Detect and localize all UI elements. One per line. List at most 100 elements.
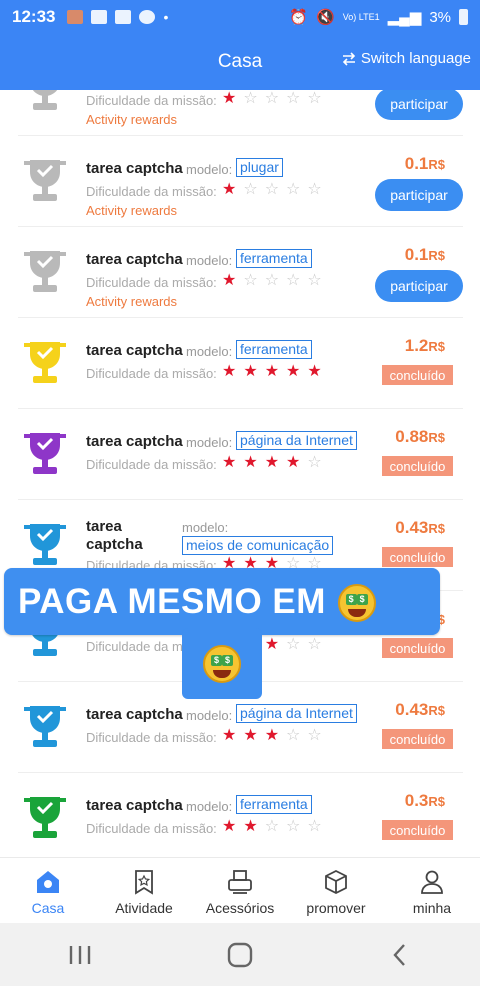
price-value: 0.3 xyxy=(404,791,429,810)
difficulty-stars: ★ ★ ★ ★ ★ xyxy=(222,363,322,381)
modelo-label: modelo: xyxy=(186,253,233,268)
difficulty-stars: ★ ★ ☆ ☆ ☆ xyxy=(222,818,322,836)
star-filled-icon: ★ xyxy=(222,181,237,198)
star-empty-icon: ☆ xyxy=(264,818,280,835)
difficulty-label: Dificuldade da missão: xyxy=(86,457,217,472)
star-filled-icon: ★ xyxy=(243,363,258,380)
participate-button[interactable]: participar xyxy=(375,90,463,120)
completed-badge: concluído xyxy=(382,638,453,658)
switch-language-button[interactable]: Switch language xyxy=(341,50,471,67)
trophy-icon xyxy=(24,160,66,201)
task-name: tarea captcha xyxy=(86,433,183,450)
task-price: 0.1R$ xyxy=(405,245,445,265)
cube-icon xyxy=(325,869,347,895)
star-empty-icon: ☆ xyxy=(307,454,322,471)
task-price: 0.43R$ xyxy=(395,700,445,720)
participate-button[interactable]: participar xyxy=(375,270,463,302)
mute-icon: 🔇 xyxy=(316,9,335,26)
list-item[interactable]: tarea captcha modelo: ferramenta Dificuldad… xyxy=(18,227,463,318)
price-currency: R$ xyxy=(428,430,445,445)
star-empty-icon: ☆ xyxy=(286,636,301,653)
tab-label: Casa xyxy=(31,900,65,916)
task-price: 0.88R$ xyxy=(395,427,445,447)
participate-button[interactable]: participar xyxy=(375,179,463,211)
signal-icon: ▂▄▆ xyxy=(387,9,422,26)
dot-icon: • xyxy=(163,9,169,25)
star-empty-icon: ☆ xyxy=(307,90,322,107)
recent-apps-button[interactable] xyxy=(50,935,110,975)
status-right: ⏰ 🔇 Vo) LTE1 ▂▄▆ 3% xyxy=(289,8,468,26)
price-currency: R$ xyxy=(428,248,445,263)
difficulty-label: Dificuldade da missão: xyxy=(86,275,217,290)
price-currency: R$ xyxy=(428,339,445,354)
promo-banner-text: PAGA MESMO EM xyxy=(18,581,326,621)
tab-acessorios[interactable]: Acessórios xyxy=(192,858,288,923)
list-item[interactable]: tarea captcha modelo: ferramenta Dificuldad… xyxy=(18,773,463,857)
price-value: 0.43 xyxy=(395,700,429,719)
home-nav-icon xyxy=(227,942,253,967)
price-value: 0.1 xyxy=(404,154,429,173)
tab-casa[interactable]: Casa xyxy=(0,858,96,923)
price-currency: R$ xyxy=(428,794,445,809)
star-empty-icon: ☆ xyxy=(243,272,258,289)
difficulty-label: Dificuldade da missão: xyxy=(86,730,217,745)
star-filled-icon: ★ xyxy=(286,363,301,380)
task-price: 0.3R$ xyxy=(405,791,445,811)
back-icon xyxy=(393,943,405,966)
trophy-icon xyxy=(24,706,66,747)
battery-icon xyxy=(459,9,468,25)
task-list-area[interactable]: Dificuldade da missão: ★ ☆ ☆ ☆ ☆ Activity rewa… xyxy=(0,90,480,857)
recent-apps-icon xyxy=(69,945,91,964)
app-notification-icon xyxy=(67,10,84,24)
star-empty-icon: ☆ xyxy=(286,272,301,289)
star-empty-icon: ☆ xyxy=(264,90,280,107)
difficulty-stars: ★ ★ ★ ☆ ☆ xyxy=(222,727,322,745)
price-currency: R$ xyxy=(428,703,445,718)
modelo-label: modelo: xyxy=(182,520,229,535)
activity-rewards-label: Activity rewards xyxy=(86,112,178,127)
list-item[interactable]: tarea captcha modelo: plugar Dificuldade da… xyxy=(18,136,463,227)
star-filled-icon: ★ xyxy=(307,363,322,380)
network-label: Vo) LTE1 xyxy=(342,11,380,22)
task-name: tarea captcha xyxy=(86,797,183,814)
modelo-label: modelo: xyxy=(186,344,233,359)
page-title: Casa xyxy=(217,51,263,72)
category-tag: meios de comunicação xyxy=(182,536,334,555)
activity-rewards-label: Activity rewards xyxy=(86,203,178,218)
star-filled-icon: ★ xyxy=(243,727,258,744)
task-price: 0.43R$ xyxy=(395,518,445,538)
tab-atividade[interactable]: Atividade xyxy=(96,858,192,923)
home-nav-button[interactable] xyxy=(210,935,270,975)
modelo-label: modelo: xyxy=(186,162,233,177)
star-filled-icon: ★ xyxy=(264,636,280,653)
task-name: tarea captcha xyxy=(86,518,143,553)
star-filled-icon: ★ xyxy=(264,363,280,380)
star-filled-icon: ★ xyxy=(222,454,237,471)
category-tag: página da Internet xyxy=(236,431,357,450)
app-notification-icon-2 xyxy=(115,10,132,24)
difficulty-label: Dificuldade da missão: xyxy=(86,821,217,836)
tab-minha[interactable]: minha xyxy=(384,858,480,923)
category-tag: ferramenta xyxy=(236,340,312,359)
money-mouth-face-emoji: $ $ xyxy=(337,581,376,622)
category-tag: plugar xyxy=(236,158,283,177)
list-item[interactable]: tarea captcha modelo: ferramenta Dificuldad… xyxy=(18,318,463,409)
swap-icon xyxy=(342,51,356,66)
star-empty-icon: ☆ xyxy=(307,818,322,835)
back-button[interactable] xyxy=(370,935,430,975)
star-empty-icon: ☆ xyxy=(243,90,258,107)
list-item[interactable]: Dificuldade da missão: ★ ☆ ☆ ☆ ☆ Activity rewa… xyxy=(18,90,463,136)
price-value: 0.43 xyxy=(395,518,429,537)
tab-promover[interactable]: promover xyxy=(288,858,384,923)
trophy-icon xyxy=(24,433,66,474)
star-empty-icon: ☆ xyxy=(264,272,280,289)
alarm-icon: ⏰ xyxy=(289,9,309,26)
price-value: 0.88 xyxy=(395,427,429,446)
task-list: Dificuldade da missão: ★ ☆ ☆ ☆ ☆ Activity rewa… xyxy=(18,90,463,857)
printer-icon xyxy=(228,870,252,894)
trophy-icon xyxy=(24,797,66,838)
difficulty-label: Dificuldade da missão: xyxy=(86,366,217,381)
completed-badge: concluído xyxy=(382,365,453,385)
list-item[interactable]: tarea captcha modelo: página da Internet Di… xyxy=(18,409,463,500)
user-icon xyxy=(421,870,443,894)
